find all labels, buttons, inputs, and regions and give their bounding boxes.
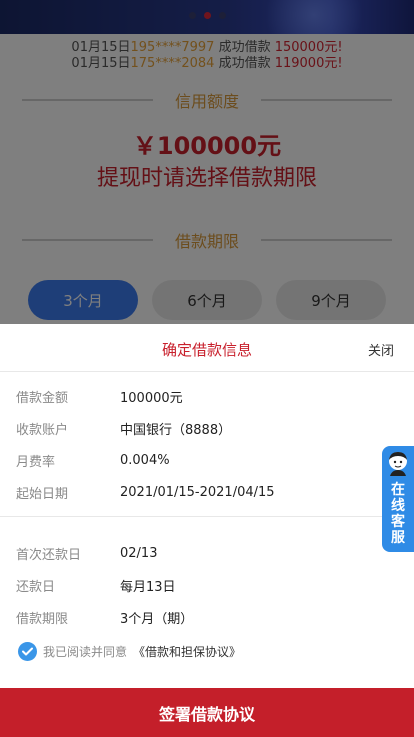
info-label: 收款账户 [16, 422, 69, 438]
info-value: 0.004% [120, 452, 170, 468]
info-row-amount: 借款金额 100000元 [0, 380, 414, 412]
agreement-row: 我已阅读并同意 《借款和担保协议》 [18, 640, 241, 662]
info-row-rate: 月费率 0.004% [0, 444, 414, 476]
customer-service-label: 在线客服 [382, 482, 414, 546]
info-label: 首次还款日 [16, 547, 82, 563]
agreement-link[interactable]: 《借款和担保协议》 [133, 643, 241, 660]
repayment-info-list: 首次还款日 02/13 还款日 每月13日 借款期限 3个月（期） [0, 517, 414, 633]
info-value: 每月13日 [120, 579, 176, 595]
info-row-repay-day: 还款日 每月13日 [0, 569, 414, 601]
info-value: 中国银行（8888） [120, 422, 232, 438]
info-row-term: 借款期限 3个月（期） [0, 601, 414, 633]
close-button[interactable]: 关闭 [368, 340, 394, 359]
customer-service-avatar-icon [389, 452, 407, 476]
info-row-first-repay: 首次还款日 02/13 [0, 537, 414, 569]
loan-confirm-sheet: 确定借款信息 关闭 借款金额 100000元 收款账户 中国银行（8888） 月… [0, 324, 414, 737]
sign-agreement-button[interactable]: 签署借款协议 [0, 688, 414, 737]
info-label: 月费率 [16, 454, 56, 470]
sheet-title: 确定借款信息 [161, 341, 252, 359]
customer-service-button[interactable]: 在线客服 [382, 446, 414, 552]
info-row-dates: 起始日期 2021/01/15-2021/04/15 [0, 476, 414, 508]
customer-service-text: 在线客服 [391, 482, 405, 546]
info-label: 起始日期 [16, 486, 69, 502]
info-label: 还款日 [16, 579, 56, 595]
info-label: 借款期限 [16, 611, 69, 627]
loan-info-list: 借款金额 100000元 收款账户 中国银行（8888） 月费率 0.004% … [0, 372, 414, 517]
info-label: 借款金额 [16, 390, 69, 406]
agreement-text: 我已阅读并同意 [43, 644, 128, 659]
info-value: 100000元 [120, 390, 183, 406]
sheet-header: 确定借款信息 关闭 [0, 324, 414, 372]
info-value: 02/13 [120, 545, 158, 561]
info-value: 2021/01/15-2021/04/15 [120, 484, 275, 500]
info-row-account: 收款账户 中国银行（8888） [0, 412, 414, 444]
info-value: 3个月（期） [120, 611, 194, 627]
checkmark-icon[interactable] [18, 641, 37, 661]
